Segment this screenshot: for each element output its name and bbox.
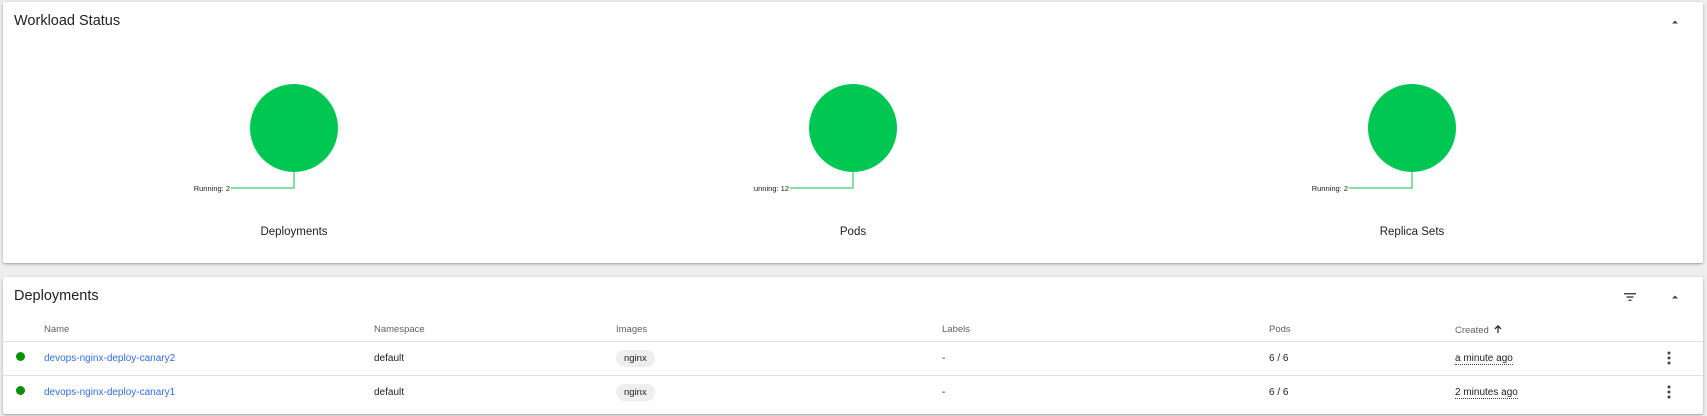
namespace-cell: default [374, 386, 405, 398]
deployments-chart-caption: Deployments [260, 226, 328, 238]
deployments-running-label: Running: 2 [194, 184, 230, 193]
image-chip: nginx [616, 383, 655, 401]
running-status-icon [16, 352, 25, 361]
labels-column-header: Labels [942, 319, 1269, 342]
replica-sets-chart-caption: Replica Sets [1379, 226, 1445, 238]
workload-status-title: Workload Status [14, 13, 121, 29]
arrow-drop-up-icon [1672, 20, 1678, 24]
deployment-name-link[interactable]: devops-nginx-deploy-canary2 [44, 353, 175, 364]
replica-sets-running-label: Running: 2 [1312, 184, 1348, 193]
pods-running-label: Running: 12 [753, 184, 789, 193]
deployment-name-link[interactable]: devops-nginx-deploy-canary1 [44, 387, 175, 398]
deployments-running-slice [250, 84, 338, 172]
status-column-header [3, 319, 44, 342]
table-header-row: Name Namespace Images Labels Pods Create… [3, 319, 1703, 342]
labels-cell: - [942, 386, 946, 398]
deployments-status-chart: Running: 2 Deployments [194, 2, 394, 263]
created-cell: a minute ago [1455, 352, 1513, 365]
pods-chart-caption: Pods [839, 226, 867, 238]
running-status-icon [16, 386, 25, 396]
collapse-deployments-button[interactable] [1663, 285, 1687, 309]
pods-cell: 6 / 6 [1269, 386, 1289, 398]
replica-sets-status-chart: Running: 2 Replica Sets [1312, 2, 1512, 263]
name-column-header[interactable]: Name [44, 319, 374, 342]
namespace-cell: default [374, 341, 616, 376]
namespace-column-header[interactable]: Namespace [374, 319, 616, 342]
deployments-title: Deployments [14, 288, 99, 304]
collapse-workload-button[interactable] [1663, 10, 1687, 34]
more-vert-icon [1667, 385, 1671, 399]
actions-column-header [1659, 319, 1703, 342]
table-row: devops-nginx-deploy-canary2 default ngin… [3, 341, 1703, 376]
row-menu-button[interactable] [1659, 382, 1679, 402]
filter-list-icon [1624, 293, 1636, 301]
pods-running-slice [809, 84, 897, 172]
images-column-header: Images [616, 319, 942, 342]
more-vert-icon [1667, 351, 1671, 365]
created-column-label: Created [1455, 324, 1489, 336]
pods-column-header: Pods [1269, 319, 1455, 342]
arrow-upward-icon [1494, 324, 1502, 333]
pods-status-chart: Running: 12 Pods [753, 2, 953, 263]
replica-sets-label-leader [1349, 172, 1413, 189]
labels-cell: - [942, 341, 1269, 376]
deployments-table: Name Namespace Images Labels Pods Create… [3, 319, 1703, 409]
pods-label-leader [790, 172, 854, 189]
filter-button[interactable] [1618, 285, 1642, 309]
replica-sets-running-slice [1368, 84, 1456, 172]
row-menu-button[interactable] [1659, 348, 1679, 368]
pods-cell: 6 / 6 [1269, 341, 1455, 376]
created-column-header[interactable]: Created [1455, 319, 1659, 342]
created-cell: 2 minutes ago [1455, 386, 1518, 399]
workload-status-card: Workload Status Running: 2 Deployments R… [3, 2, 1703, 263]
table-row: devops-nginx-deploy-canary1 default ngin… [3, 375, 1703, 409]
deployments-label-leader [231, 172, 295, 189]
deployments-card: Deployments Name Namespace Images Labels… [3, 277, 1703, 414]
arrow-drop-up-icon [1672, 295, 1678, 299]
image-chip: nginx [616, 349, 655, 367]
